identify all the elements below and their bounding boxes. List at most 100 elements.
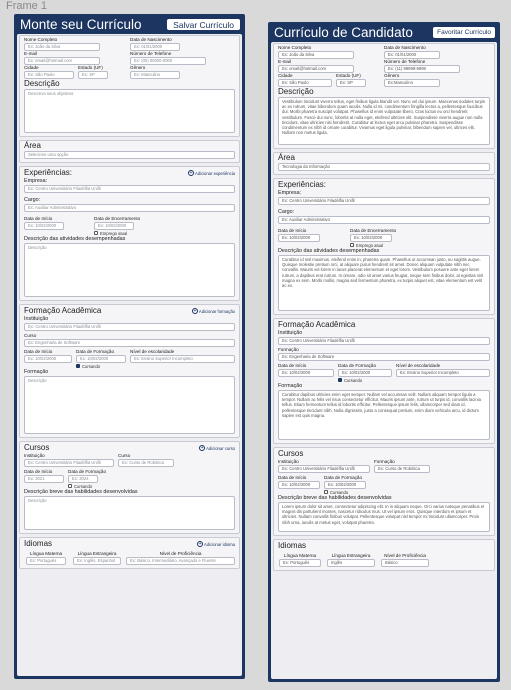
resume-builder-panel: Monte seu Currículo Salvar Currículo Nom…	[14, 14, 245, 679]
description-title: Descrição	[278, 87, 314, 96]
frame-label: Frame 1	[6, 0, 47, 12]
name-input[interactable]: Ex: João da Silva	[24, 43, 100, 51]
gender-value: Ex:Masculino	[384, 79, 440, 87]
company-value: Ex: Centro Universitário Filadélfia Unif…	[278, 197, 490, 205]
courses-title: Cursos	[278, 449, 304, 458]
personal-info-card: Nome Completo Ex: João da Silva Data de …	[19, 35, 240, 137]
languages-title: Idiomas	[278, 541, 307, 550]
city-value: Ex: São Paulo	[278, 79, 332, 87]
checkbox-icon	[68, 484, 72, 488]
exp-desc-label: Descrição das atividades desempenhadas	[278, 248, 380, 254]
email-value: Ex: email@hotmail.com	[278, 65, 354, 73]
institution-value: Ex: Centro Universitário Filadélfia Unif…	[278, 337, 490, 345]
checkbox-icon	[324, 490, 328, 494]
description-textarea[interactable]: Descreva seus objetivos	[24, 89, 235, 133]
add-language-button[interactable]: + Adicionar idioma	[197, 541, 235, 547]
courses-card: Cursos Instituição Ex: Centro Universitá…	[273, 447, 495, 536]
proficiency-input[interactable]: Ex: Básico, Intermediário, Avançado e Fl…	[126, 557, 235, 565]
course-institution-value: Ex: Centro Universitário Filadélfia Unif…	[278, 465, 370, 473]
course-name-value: Ex: Curso de Robótica	[374, 465, 430, 473]
role-input[interactable]: Ex: Auxiliar Administrativo	[24, 204, 235, 212]
personal-info-card: Nome Completo Ex: João da Silva Data de …	[273, 43, 495, 149]
city-input[interactable]: Ex: São Paulo	[24, 71, 74, 79]
exp-desc-text: Curabitur id nisl maximus, eleifend enim…	[278, 255, 490, 311]
course-desc-textarea[interactable]: Descrição	[24, 496, 235, 530]
state-value: Ex: SP	[336, 79, 366, 87]
foreign-language-input[interactable]: Ex: Inglês, Espanhol	[73, 557, 121, 565]
area-title: Área	[278, 153, 295, 162]
role-label: Cargo:	[24, 197, 41, 203]
course-desc-label: Descrição breve das habilidades desenvol…	[24, 489, 138, 495]
birthdate-input[interactable]: Ex: 01/01/2000	[130, 43, 180, 51]
edu-end-value: Ex: 10/02/2000	[338, 369, 392, 377]
favorite-resume-button[interactable]: Favoritar Currículo	[433, 26, 495, 38]
form-body: Nome Completo Ex: João da Silva Data de …	[17, 34, 242, 676]
languages-card: Idiomas + Adicionar idioma Língua Materna…	[19, 537, 240, 569]
studying-checkbox[interactable]: Cursando	[76, 363, 126, 369]
add-course-button[interactable]: + Adicionar curso	[199, 445, 235, 451]
company-label: Empresa:	[24, 178, 48, 184]
course-name-input[interactable]: Ex: Curso de Robótica	[118, 459, 174, 467]
native-language-input[interactable]: Ex: Português	[26, 557, 66, 565]
checkbox-icon	[94, 231, 98, 235]
experience-card: Experiências: Empresa: Ex: Centro Univer…	[273, 178, 495, 315]
exp-desc-textarea[interactable]: Descrição	[24, 243, 235, 297]
company-label: Empresa:	[278, 190, 302, 196]
area-value: Tecnologia da Informação	[278, 163, 490, 171]
education-level-input[interactable]: Ex: Ensino Superior Incompleto	[130, 355, 235, 363]
education-title: Formação Acadêmica	[24, 306, 102, 315]
plus-circle-icon: +	[197, 541, 204, 547]
checkbox-icon	[350, 243, 354, 247]
edu-end-input[interactable]: Ex: 10/02/2000	[76, 355, 126, 363]
course-start-value: Ex: 10/02/2000	[278, 481, 320, 489]
gender-input[interactable]: Ex: Masculino	[130, 71, 180, 79]
course-end-input[interactable]: Ex: 2024	[68, 475, 98, 483]
education-card: Formação Acadêmica + Adicionar formação I…	[19, 304, 240, 438]
edu-start-input[interactable]: Ex: 10/02/2000	[24, 355, 72, 363]
education-title: Formação Acadêmica	[278, 320, 356, 329]
exp-end-input[interactable]: Ex: 10/02/2000	[94, 222, 134, 230]
save-resume-button[interactable]: Salvar Currículo	[167, 18, 240, 30]
area-select[interactable]: Selecione uma opção	[24, 151, 235, 159]
institution-label: Instituição	[278, 330, 303, 336]
area-card: Área Tecnologia da Informação	[273, 152, 495, 175]
area-card: Área Selecione uma opção	[19, 140, 240, 163]
course-value: Ex: Engenharia de Software	[278, 353, 490, 361]
candidate-title: Currículo de Candidato	[274, 24, 413, 40]
add-education-button[interactable]: + Adicionar formação	[191, 308, 235, 314]
proficiency-value: Básico	[381, 559, 429, 567]
add-experience-button[interactable]: + Adicionar experiência	[187, 170, 235, 176]
edu-desc-label: Formação	[278, 383, 303, 389]
company-input[interactable]: Ex: Centro Universitário Filadélfia Unif…	[24, 185, 235, 193]
courses-card: Cursos + Adicionar curso Instituição Ex: …	[19, 441, 240, 534]
exp-desc-label: Descrição das atividades desempenhadas	[24, 236, 126, 242]
exp-start-input[interactable]: Ex: 10/02/2000	[24, 222, 64, 230]
plus-circle-icon: +	[191, 308, 198, 314]
email-input[interactable]: Ex: email@hotmail.com	[24, 57, 100, 65]
institution-label: Instituição	[24, 316, 49, 322]
state-input[interactable]: Ex: SP	[78, 71, 108, 79]
course-desc-text: Lorem ipsum dolor sit amet, consectetur …	[278, 502, 490, 532]
course-end-value: Ex: 10/02/2000	[324, 481, 366, 489]
course-start-input[interactable]: Ex: 2021	[24, 475, 64, 483]
plus-circle-icon: +	[187, 170, 194, 176]
phone-input[interactable]: Ex: (00) 00000-0000	[130, 57, 206, 65]
native-language-value: Ex: Português	[279, 559, 321, 567]
area-title: Área	[24, 141, 41, 150]
course-input[interactable]: Ex: Engenharia de Software	[24, 339, 235, 347]
experience-card: Experiências: + Adicionar experiência Emp…	[19, 166, 240, 301]
role-value: Ex: Auxiliar Administrativo	[278, 216, 490, 224]
course-institution-input[interactable]: Ex: Centro Universitário Filadélfia Unif…	[24, 459, 114, 467]
name-value: Ex: João da Silva	[278, 51, 354, 59]
institution-input[interactable]: Ex: Centro Universitário Filadélfia Unif…	[24, 323, 235, 331]
course-desc-label: Descrição breve das habilidades desenvol…	[278, 495, 392, 501]
exp-end-value: Ex: 10/02/2000	[350, 234, 392, 242]
courses-title: Cursos	[24, 443, 50, 452]
plus-circle-icon: +	[199, 445, 206, 451]
page-title: Monte seu Currículo	[20, 16, 142, 32]
resume-body: Nome Completo Ex: João da Silva Data de …	[271, 42, 497, 679]
edu-desc-textarea[interactable]: Descrição	[24, 376, 235, 434]
studying-checkbox: Cursando	[338, 377, 392, 383]
phone-value: Ex: (11) 99999-9999	[384, 65, 460, 73]
education-level-value: Ex: Ensino Superior Incompleto	[396, 369, 490, 377]
